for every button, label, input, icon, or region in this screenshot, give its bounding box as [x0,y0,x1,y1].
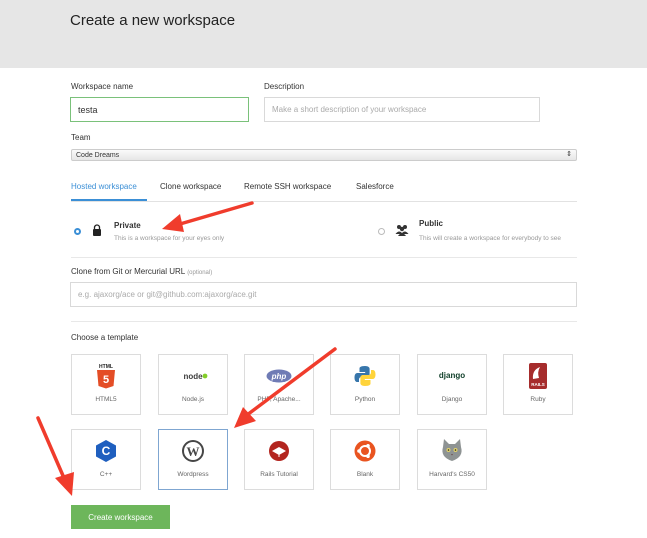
svg-text:HTML: HTML [99,364,113,370]
svg-text:node: node [183,372,203,381]
template-name: Wordpress [177,471,209,478]
template-wordpress[interactable]: W Wordpress [158,429,228,490]
svg-text:W: W [187,444,200,459]
template-blank[interactable]: Blank [330,429,400,490]
clone-url-label: Clone from Git or Mercurial URL (optiona… [71,267,212,276]
description-placeholder: Make a short description of your workspa… [272,105,427,114]
description-input[interactable]: Make a short description of your workspa… [264,97,540,122]
python-icon [354,366,376,386]
template-name: Ruby [530,396,546,403]
clone-url-label-text: Clone from Git or Mercurial URL [71,267,185,276]
select-arrows-icon: ⇕ [566,151,572,158]
template-name: C++ [99,471,113,478]
template-html5[interactable]: HTML 5 HTML5 [71,354,141,415]
template-cpp[interactable]: C C++ [71,429,141,490]
tab-clone-workspace[interactable]: Clone workspace [160,182,221,191]
public-description: This will create a workspace for everybo… [419,235,561,242]
nodejs-icon: node [183,372,208,381]
choose-template-label: Choose a template [71,333,139,342]
workspace-name-value: testa [78,104,98,115]
svg-text:RAILS: RAILS [531,382,545,387]
template-name: PHP, Apache... [257,396,301,403]
workspace-type-tabs: Hosted workspace Clone workspace Remote … [71,179,577,202]
tab-remote-ssh-workspace[interactable]: Remote SSH workspace [244,182,331,191]
workspace-name-label: Workspace name [71,82,134,91]
description-label: Description [264,82,305,91]
cpp-icon: C [96,440,116,462]
team-select[interactable]: Code Dreams ⇕ [71,149,577,161]
ubuntu-icon [354,440,376,462]
template-name: Python [354,396,376,403]
template-php[interactable]: php PHP, Apache... [244,354,314,415]
tab-salesforce[interactable]: Salesforce [356,182,394,191]
workspace-name-input[interactable]: testa [70,97,249,122]
template-django[interactable]: django Django [417,354,487,415]
svg-text:php: php [271,372,287,381]
annotation-arrow-create [36,416,74,496]
template-name: Django [441,396,463,403]
active-tab-indicator [71,199,147,201]
clone-url-placeholder: e.g. ajaxorg/ace or git@github.com:ajaxo… [78,290,257,299]
public-radio[interactable] [378,228,385,235]
team-label: Team [71,133,91,142]
template-cs50[interactable]: Harvard's CS50 [417,429,487,490]
template-ruby[interactable]: RAILS Ruby [503,354,573,415]
php-icon: php [266,369,292,383]
private-radio[interactable] [74,228,81,235]
public-title: Public [419,219,444,228]
django-icon: django [439,371,465,380]
template-name: Harvard's CS50 [429,471,475,478]
template-name: Rails Tutorial [260,471,298,478]
wordpress-icon: W [182,440,204,462]
svg-text:django: django [439,371,465,380]
template-name: Node.js [181,396,205,403]
cs50-cat-icon [442,439,462,461]
tab-hosted-workspace[interactable]: Hosted workspace [71,182,137,191]
template-nodejs[interactable]: node Node.js [158,354,228,415]
lock-icon [93,224,101,236]
annotation-arrow-private [162,201,254,232]
clone-url-optional: (optional) [187,270,213,276]
rails-tutorial-icon [269,441,289,461]
header-bar: Create a new workspace [0,0,647,68]
template-name: Blank [356,471,374,478]
team-select-value: Code Dreams [76,151,120,159]
divider [71,321,577,322]
template-python[interactable]: Python [330,354,400,415]
html5-icon: HTML 5 [97,364,115,389]
template-rails-tutorial[interactable]: Rails Tutorial [244,429,314,490]
svg-text:5: 5 [103,374,109,386]
create-workspace-button[interactable]: Create workspace [71,505,170,529]
group-icon [395,225,409,236]
private-title: Private [114,221,141,230]
divider [71,257,577,258]
clone-url-input[interactable]: e.g. ajaxorg/ace or git@github.com:ajaxo… [70,282,577,307]
template-name: HTML5 [95,396,117,403]
svg-text:C: C [102,444,111,458]
private-description: This is a workspace for your eyes only [114,235,225,242]
page-title: Create a new workspace [70,12,236,29]
rails-icon: RAILS [529,363,547,389]
